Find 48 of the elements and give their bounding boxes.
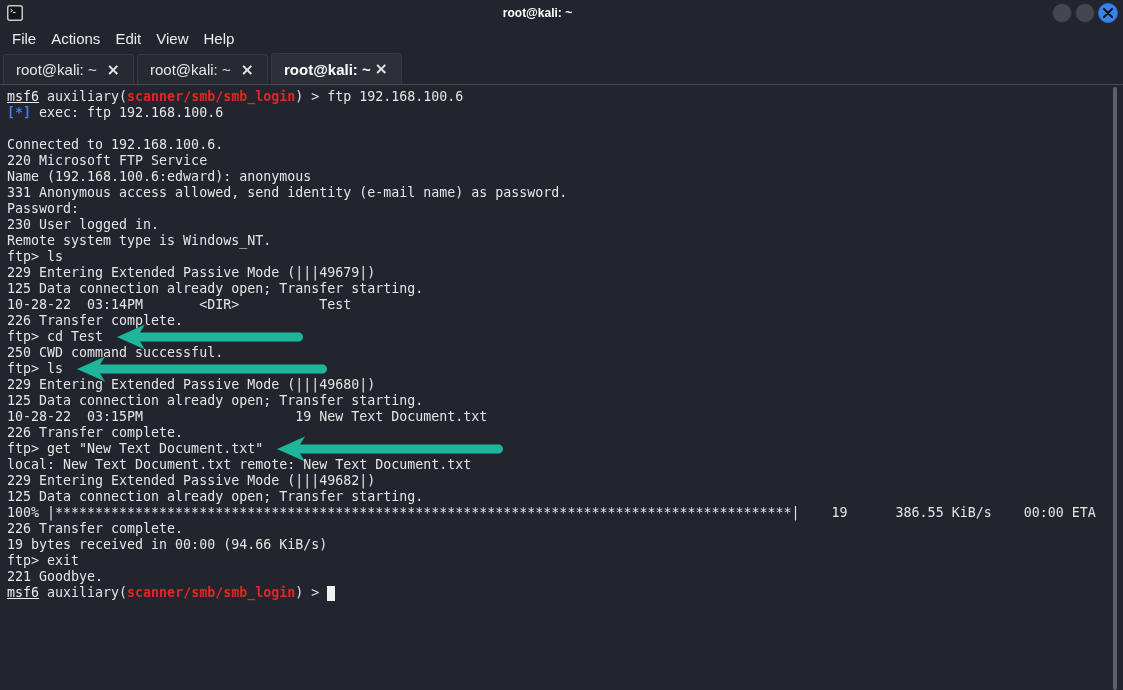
terminal-line: 331 Anonymous access allowed, send identity (e-mail name) as password.	[7, 185, 568, 201]
terminal-tab[interactable]: root@kali: ~ ×	[3, 54, 134, 84]
terminal-line: msf6 auxiliary(scanner/smb/smb_login) >	[7, 585, 320, 601]
terminal-line: 125 Data connection already open; Transfer starting.	[7, 393, 424, 409]
terminal-line: 230 User logged in.	[7, 217, 160, 233]
terminal-line: 229 Entering Extended Passive Mode (|||49682|)	[7, 473, 376, 489]
terminal-line: ftp> get "New Text Document.txt"	[7, 441, 264, 457]
menu-item[interactable]: Edit	[115, 30, 142, 48]
terminal-line: Connected to 192.168.100.6.	[7, 137, 224, 153]
terminal-line: ftp> cd Test	[7, 329, 104, 345]
terminal-line: [*] exec: ftp 192.168.100.6	[7, 105, 224, 121]
terminal-line: 229 Entering Extended Passive Mode (|||49680|)	[7, 377, 376, 393]
terminal-line: 19 bytes received in 00:00 (94.66 KiB/s)	[7, 537, 328, 553]
terminal-line: 250 CWD command successful.	[7, 345, 224, 361]
terminal-line: Remote system type is Windows_NT.	[7, 233, 272, 249]
terminal-line: 226 Transfer complete.	[7, 521, 184, 537]
terminal-tab[interactable]: root@kali: ~ ×	[271, 53, 402, 84]
terminal-line: 10-28-22 03:15PM 19 New Text Document.txt	[7, 409, 488, 425]
menu-item[interactable]: Help	[203, 30, 235, 48]
terminal-tab[interactable]: root@kali: ~ ×	[137, 54, 268, 84]
terminal-line: 100% |********************************************************************************************| 19 386.55 KiB/s 00:00 ETA	[7, 505, 1096, 521]
terminal-line: 226 Transfer complete.	[7, 313, 184, 329]
terminal-line: 221 Goodbye.	[7, 569, 104, 585]
terminal-line: 125 Data connection already open; Transfer starting.	[7, 489, 424, 505]
terminal-line: local: New Text Document.txt remote: New Text Document.txt	[7, 457, 472, 473]
close-icon	[1103, 8, 1113, 18]
tab-close-button[interactable]: ×	[373, 61, 389, 77]
terminal-line: ftp> ls	[7, 249, 64, 265]
window-title: root@kali: ~	[502, 6, 573, 20]
terminal-line: 226 Transfer complete.	[7, 425, 184, 441]
terminal-line: 229 Entering Extended Passive Mode (|||49679|)	[7, 265, 376, 281]
tab-close-button[interactable]: ×	[105, 61, 121, 78]
scrollbar-thumb[interactable]	[1113, 87, 1117, 690]
menu-item[interactable]: Actions	[51, 30, 101, 48]
terminal-line: msf6 auxiliary(scanner/smb/smb_login) > ftp 192.168.100.6	[7, 89, 464, 105]
menu-item[interactable]: File	[12, 30, 37, 48]
terminal-line: Name (192.168.100.6:edward): anonymous	[7, 169, 312, 185]
terminal-line: Password:	[7, 201, 80, 217]
terminal-icon	[7, 5, 23, 21]
menu-item[interactable]: View	[156, 30, 189, 48]
tab-close-button[interactable]: ×	[239, 61, 255, 78]
close-button[interactable]	[1098, 3, 1118, 23]
terminal-line: 125 Data connection already open; Transfer starting.	[7, 281, 424, 297]
terminal-line: ftp> exit	[7, 553, 80, 569]
minimize-button[interactable]	[1052, 3, 1072, 23]
terminal-line: ftp> ls	[7, 361, 64, 377]
terminal-line: 220 Microsoft FTP Service	[7, 153, 208, 169]
terminal-line: 10-28-22 03:14PM <DIR> Test	[7, 297, 352, 313]
